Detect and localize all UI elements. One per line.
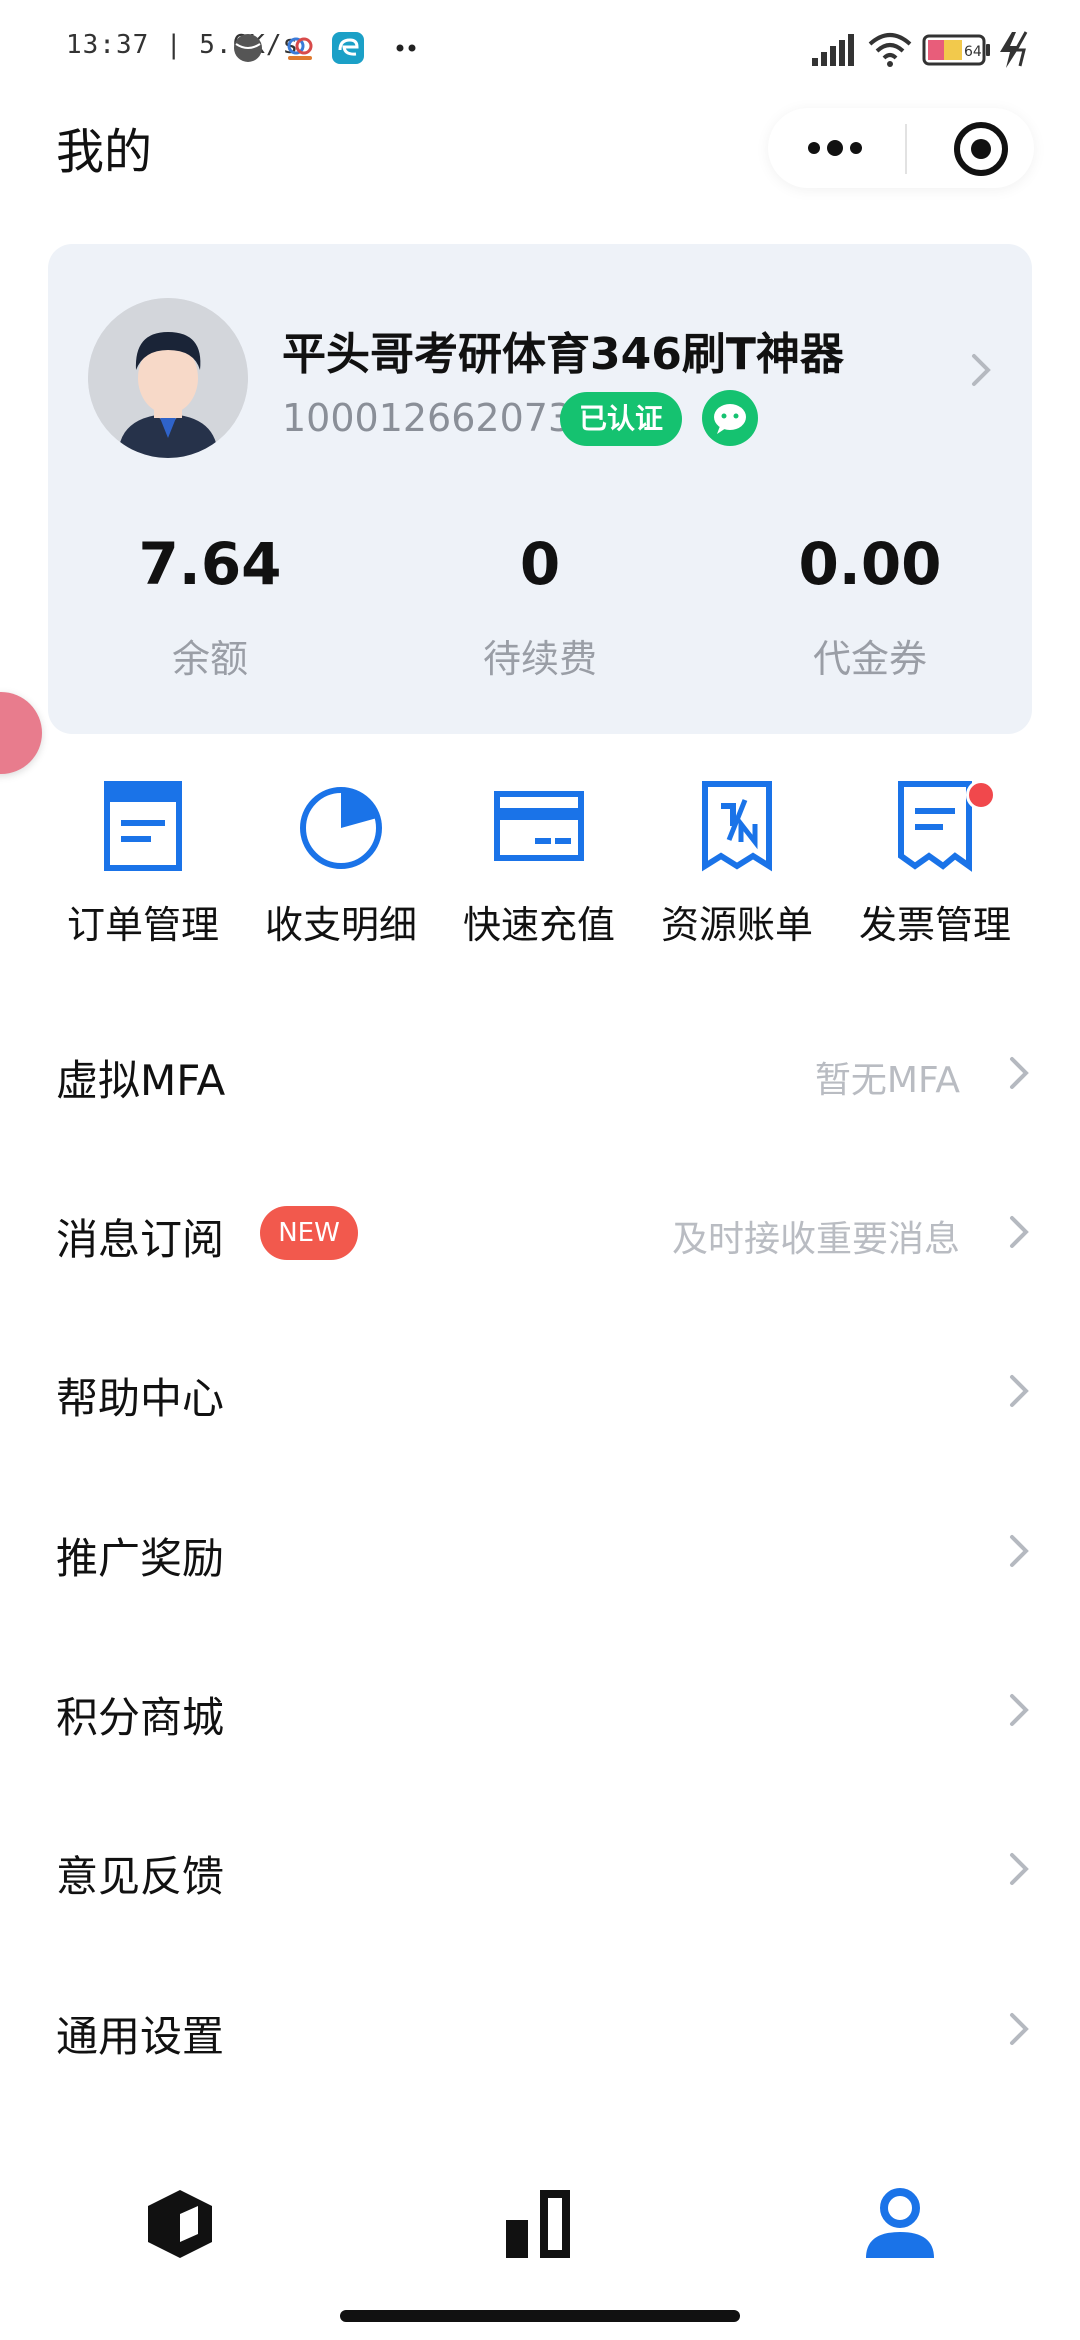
svg-text:64: 64 (964, 44, 982, 60)
battery-icon: 64 (922, 34, 990, 66)
menu-label: 意见反馈 (56, 1852, 225, 1901)
floating-handle[interactable] (0, 692, 42, 774)
avatar-person-icon (88, 298, 248, 458)
more-dots-icon[interactable] (800, 118, 870, 178)
user-icon[interactable] (860, 2184, 940, 2264)
home-indicator (340, 2310, 740, 2322)
quick-action-label[interactable]: 资源账单 (638, 894, 836, 949)
menu-label: 虚拟MFA (56, 1056, 226, 1105)
notification-dot (966, 780, 996, 810)
signal-icon (812, 34, 854, 66)
user-id: 100012662073 (282, 396, 573, 440)
new-badge: NEW (260, 1206, 358, 1260)
wechat-icon[interactable] (702, 390, 758, 446)
chevron-right-icon (1010, 1694, 1029, 1726)
capsule-divider (905, 124, 907, 174)
quick-action-label[interactable]: 快速充值 (440, 894, 638, 949)
menu-hint: 及时接收重要消息 (671, 1219, 960, 1260)
chevron-right-icon (1010, 1375, 1029, 1407)
menu-item-help-center[interactable]: 帮助中心 (0, 1313, 1080, 1473)
wifi-icon (868, 33, 912, 67)
menu-item-referral-rewards[interactable]: 推广奖励 (0, 1473, 1080, 1633)
target-icon[interactable] (950, 118, 1012, 180)
quick-action-label[interactable]: 订单管理 (44, 894, 242, 949)
ball-icon (234, 34, 262, 62)
quick-action-label[interactable]: 发票管理 (836, 894, 1034, 949)
menu-label: 推广奖励 (56, 1534, 225, 1583)
menu-item-virtual-mfa[interactable]: 虚拟MFA 暂无MFA (0, 995, 1080, 1155)
chevron-right-icon (1010, 1535, 1029, 1567)
chevron-right-icon (1010, 2013, 1029, 2045)
quick-action-label[interactable]: 收支明细 (242, 894, 440, 949)
chevron-right-icon[interactable] (966, 350, 996, 390)
chevron-right-icon (1010, 1216, 1029, 1248)
voucher-value[interactable]: 0.00 (720, 530, 1020, 598)
username: 平头哥考研体育346刷T神器 (282, 329, 844, 380)
balance-value[interactable]: 7.64 (60, 530, 360, 598)
bill-receipt-icon[interactable] (689, 778, 785, 874)
edge-icon (332, 32, 364, 64)
menu-item-general-settings[interactable]: 通用设置 (0, 1951, 1080, 2111)
renewal-value[interactable]: 0 (390, 530, 690, 598)
menu-label: 帮助中心 (56, 1374, 225, 1423)
card-icon[interactable] (491, 778, 587, 874)
menu-item-message-subscribe[interactable]: 消息订阅 及时接收重要消息 (0, 1154, 1080, 1314)
menu-label: 消息订阅 (56, 1215, 225, 1264)
charging-icon (1000, 31, 1028, 68)
menu-label: 通用设置 (56, 2012, 225, 2061)
renewal-label: 待续费 (482, 637, 597, 681)
page-title: 我的 (56, 124, 153, 180)
more-dots-icon (396, 44, 416, 52)
verified-badge: 已认证 (560, 392, 682, 446)
menu-hint: 暂无MFA (814, 1060, 960, 1101)
balance-label: 余额 (171, 637, 248, 681)
pie-chart-icon[interactable] (293, 778, 389, 874)
order-doc-icon[interactable] (95, 778, 191, 874)
chevron-right-icon (1010, 1057, 1029, 1089)
status-bar: 13:37 | 5.6K/s 64 (0, 0, 1080, 100)
cube-icon[interactable] (140, 2184, 220, 2264)
chevron-right-icon (1010, 1853, 1029, 1885)
cloud-icon (287, 37, 313, 60)
avatar[interactable] (88, 298, 248, 458)
menu-label: 积分商城 (56, 1693, 225, 1742)
voucher-label: 代金券 (812, 637, 927, 681)
bar-chart-icon[interactable] (500, 2184, 580, 2264)
menu-item-feedback[interactable]: 意见反馈 (0, 1791, 1080, 1951)
menu-item-points-mall[interactable]: 积分商城 (0, 1632, 1080, 1792)
